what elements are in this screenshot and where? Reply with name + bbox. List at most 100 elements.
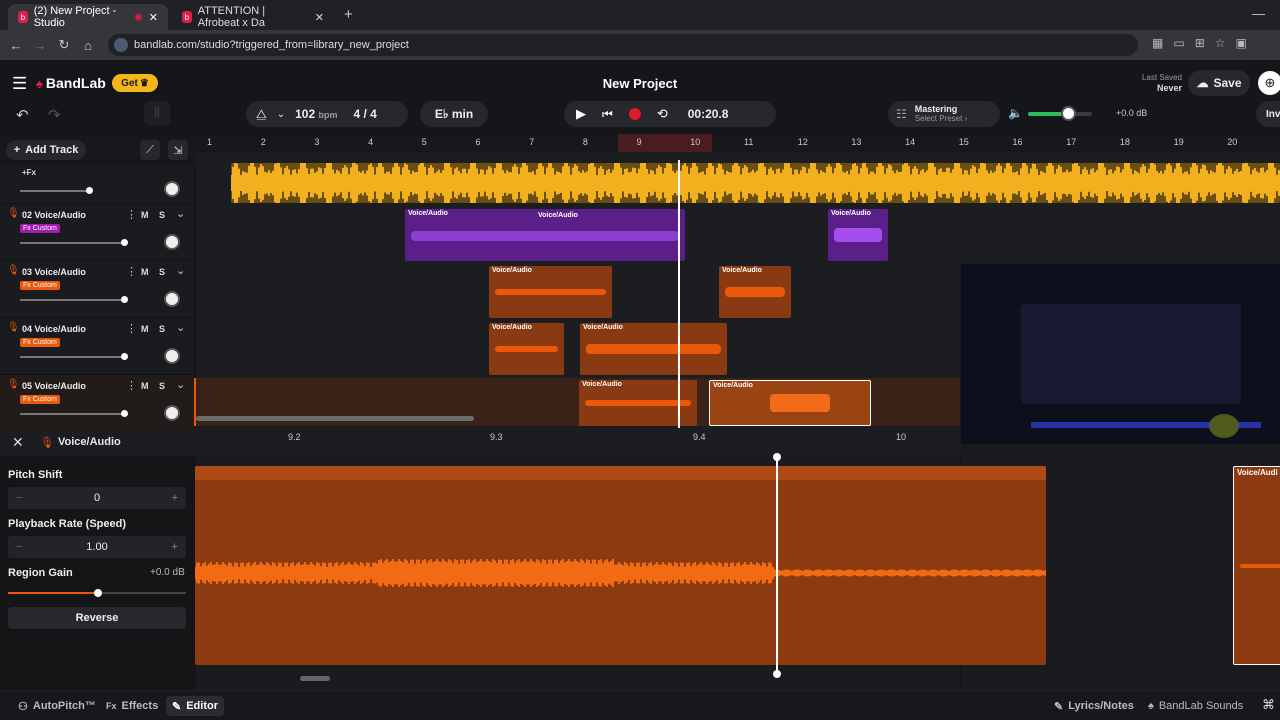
collapse-icon[interactable]: ⇲	[168, 140, 188, 160]
track-name[interactable]: 02 Voice/Audio	[22, 210, 86, 220]
skip-to-start-icon[interactable]: ⏮	[602, 107, 613, 122]
effects-tab[interactable]: Fx Effects	[100, 696, 164, 716]
mastering-button[interactable]: ☷ Mastering Select Preset ›	[888, 101, 1000, 127]
track-volume-slider[interactable]	[20, 190, 90, 192]
bandlab-logo[interactable]: ♠ BandLab	[36, 75, 106, 91]
speaker-icon[interactable]: 🔈	[1008, 106, 1023, 120]
redo-icon[interactable]: ↷	[48, 106, 61, 124]
increment-icon[interactable]: +	[172, 492, 178, 504]
track-volume-slider[interactable]	[20, 413, 124, 415]
track-volume-slider[interactable]	[20, 299, 124, 301]
solo-button[interactable]: S	[159, 381, 165, 391]
slider-handle[interactable]	[121, 296, 128, 303]
profile-icon[interactable]: ▣	[1236, 36, 1247, 50]
playback-rate-stepper[interactable]: − 1.00 +	[8, 536, 186, 558]
autopitch-tab[interactable]: ⚇ AutoPitch™	[12, 696, 102, 716]
pan-knob[interactable]	[164, 405, 180, 421]
cast-icon[interactable]: ▭	[1173, 36, 1184, 50]
mixer-icon[interactable]: ⦀	[144, 101, 170, 125]
region-gain-handle[interactable]	[94, 589, 102, 597]
track-name[interactable]: 03 Voice/Audio	[22, 267, 86, 277]
translate-icon[interactable]: ⊞	[1195, 36, 1205, 50]
pitch-shift-stepper[interactable]: − 0 +	[8, 487, 186, 509]
decrement-icon[interactable]: −	[16, 541, 22, 553]
playhead-handle[interactable]	[773, 453, 781, 461]
region-03b[interactable]: Voice/Audio	[719, 266, 791, 318]
address-bar[interactable]: bandlab.com/studio?triggered_from=librar…	[108, 34, 1138, 56]
tuner-icon[interactable]: ⟋	[140, 140, 160, 160]
track-header-03[interactable]: 🎙 03 Voice/Audio ⋮ M S ⌄ Fx Custom	[0, 261, 194, 318]
track-volume-slider[interactable]	[20, 242, 124, 244]
forward-icon[interactable]: →	[28, 38, 52, 53]
region-04a[interactable]: Voice/Audio	[489, 323, 564, 375]
solo-button[interactable]: S	[159, 324, 165, 334]
editor-scrollbar[interactable]	[300, 676, 330, 681]
bpm-value[interactable]: 102 bpm	[295, 107, 337, 121]
playhead-handle[interactable]	[773, 670, 781, 678]
solo-button[interactable]: S	[159, 210, 165, 220]
shortcuts-icon[interactable]: ⌘	[1262, 697, 1275, 713]
chevron-down-icon[interactable]: ⌄	[176, 264, 185, 277]
play-icon[interactable]: ▶	[576, 106, 586, 122]
fx-badge[interactable]: Fx Custom	[20, 224, 60, 233]
metronome-icon[interactable]: ⧋	[256, 107, 267, 122]
undo-icon[interactable]: ↶	[16, 106, 29, 124]
new-tab-icon[interactable]: +	[344, 6, 353, 23]
region-gain-slider[interactable]	[8, 589, 186, 597]
more-options-icon[interactable]: ⋮	[126, 265, 137, 278]
editor-next-region[interactable]: Voice/Audi	[1233, 466, 1280, 665]
bookmark-star-icon[interactable]: ☆	[1215, 36, 1226, 50]
region-04b[interactable]: Voice/Audio	[580, 323, 727, 375]
track-name[interactable]: 04 Voice/Audio	[22, 324, 86, 334]
horizontal-scrollbar[interactable]	[196, 416, 474, 421]
browser-tab-studio[interactable]: b (2) New Project - Studio ◉ ✕	[8, 4, 168, 30]
pan-knob[interactable]	[164, 291, 180, 307]
playback-rate-value[interactable]: 1.00	[86, 541, 107, 553]
close-tab-icon[interactable]: ✕	[315, 11, 324, 24]
timeline-ruler[interactable]: 1 2 3 4 5 6 7 8 9 10 11 12 13 14 15 16 17 18 19 20	[196, 134, 1280, 152]
track-header-02[interactable]: 🎙 02 Voice/Audio ⋮ M S ⌄ Fx Custom	[0, 204, 194, 261]
track-header-05[interactable]: 🎙 05 Voice/Audio ⋮ M S ⌄ Fx Custom	[0, 375, 194, 432]
fx-badge[interactable]: Fx Custom	[20, 281, 60, 290]
pan-knob[interactable]	[164, 181, 180, 197]
back-icon[interactable]: ←	[4, 38, 28, 53]
reload-icon[interactable]: ↻	[52, 37, 76, 53]
record-icon[interactable]	[628, 108, 641, 120]
close-editor-icon[interactable]: ✕	[12, 434, 24, 451]
track-header-01[interactable]: +Fx	[0, 166, 194, 204]
browser-tab-attention[interactable]: b ATTENTION | Afrobeat x Da ✕	[172, 4, 334, 30]
region-05b-selected[interactable]: Voice/Audio	[709, 380, 871, 426]
menu-icon[interactable]: ☰	[12, 74, 27, 94]
bandlab-sounds-tab[interactable]: ♠ BandLab Sounds	[1142, 696, 1249, 716]
mute-button[interactable]: M	[141, 267, 149, 277]
mute-button[interactable]: M	[141, 324, 149, 334]
more-options-icon[interactable]: ⋮	[126, 322, 137, 335]
lyrics-notes-tab[interactable]: ✎ Lyrics/Notes	[1048, 696, 1140, 716]
time-signature[interactable]: 4 / 4	[353, 107, 376, 121]
save-button[interactable]: ☁ Save	[1188, 70, 1250, 96]
track-name[interactable]: 05 Voice/Audio	[22, 381, 86, 391]
home-icon[interactable]: ⌂	[76, 38, 100, 53]
solo-button[interactable]: S	[159, 267, 165, 277]
pitch-shift-value[interactable]: 0	[94, 492, 100, 504]
minimize-icon[interactable]: —	[1252, 6, 1265, 21]
get-membership-button[interactable]: Get ♛	[112, 74, 158, 92]
more-options-icon[interactable]: ⋮	[126, 379, 137, 392]
track-01-region[interactable]	[231, 163, 1280, 203]
chevron-down-icon[interactable]: ⌄	[176, 378, 185, 391]
track-volume-slider[interactable]	[20, 356, 124, 358]
editor-playhead[interactable]	[776, 456, 778, 676]
increment-icon[interactable]: +	[172, 541, 178, 553]
slider-handle[interactable]	[86, 187, 93, 194]
master-volume-slider[interactable]	[1028, 106, 1092, 121]
mute-button[interactable]: M	[141, 381, 149, 391]
fx-label[interactable]: +Fx	[22, 168, 36, 177]
playhead[interactable]	[678, 160, 680, 428]
editor-tab[interactable]: ✎ Editor	[166, 696, 224, 716]
fx-badge[interactable]: Fx Custom	[20, 395, 60, 404]
chevron-down-icon[interactable]: ⌄	[176, 207, 185, 220]
reverse-button[interactable]: Reverse	[8, 607, 186, 629]
site-info-icon[interactable]	[114, 38, 128, 52]
reader-icon[interactable]: ▦	[1152, 36, 1163, 50]
add-track-button[interactable]: + Add Track	[6, 140, 86, 160]
